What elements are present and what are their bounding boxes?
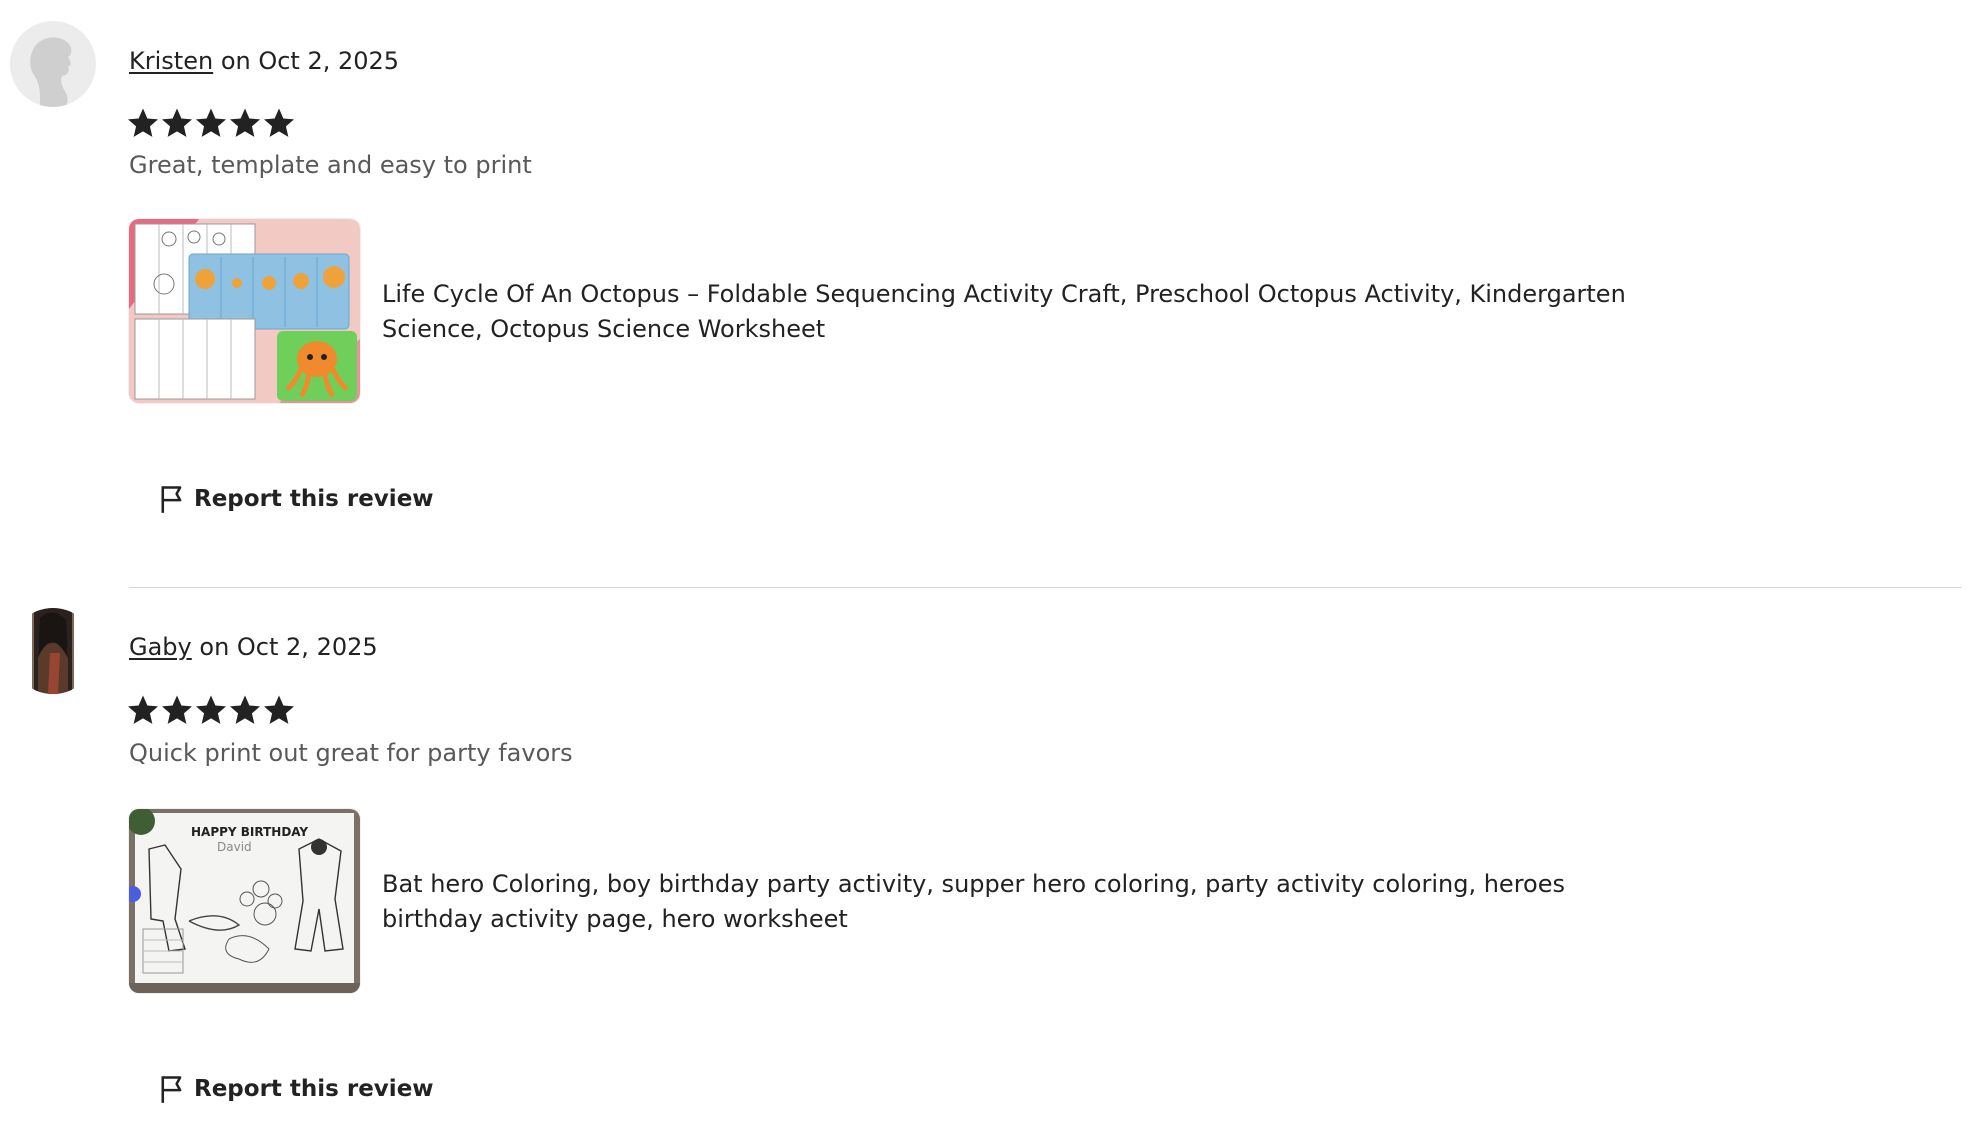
review-meta: Gaby on Oct 2, 2025 — [129, 632, 378, 662]
star-icon — [263, 695, 295, 724]
flag-icon — [161, 1076, 182, 1103]
user-photo-icon — [10, 608, 96, 694]
star-icon — [229, 108, 261, 137]
review-date: on Oct 2, 2025 — [220, 47, 400, 75]
review-meta: Kristen on Oct 2, 2025 — [129, 46, 399, 76]
flag-icon — [161, 486, 182, 513]
item-thumbnail[interactable]: HAPPY BIRTHDAY David — [129, 809, 360, 993]
star-icon — [195, 695, 227, 724]
reviewer-avatar[interactable] — [10, 21, 96, 107]
octopus-activity-thumbnail — [129, 219, 360, 403]
star-icon — [195, 108, 227, 137]
item-title-link[interactable]: Life Cycle Of An Octopus – Foldable Sequ… — [382, 277, 1642, 347]
star-icon — [161, 695, 193, 724]
star-icon — [161, 108, 193, 137]
star-icon — [127, 108, 159, 137]
default-user-silhouette-icon — [10, 21, 96, 107]
star-icon — [229, 695, 261, 724]
purchased-item-card[interactable]: HAPPY BIRTHDAY David Bat hero Coloring, … — [129, 809, 1565, 993]
hero-coloring-thumbnail: HAPPY BIRTHDAY David — [129, 809, 360, 993]
item-title-link[interactable]: Bat hero Coloring, boy birthday party ac… — [382, 867, 1642, 937]
report-review-label: Report this review — [194, 1076, 434, 1102]
report-review-button[interactable]: Report this review — [158, 484, 434, 514]
review-date: on Oct 2, 2025 — [199, 633, 378, 661]
item-thumbnail[interactable] — [129, 219, 360, 403]
review-text: Great, template and easy to print — [129, 151, 532, 179]
review-divider — [129, 587, 1962, 588]
star-icon — [127, 695, 159, 724]
star-rating — [126, 693, 296, 727]
svg-text:HAPPY BIRTHDAY: HAPPY BIRTHDAY — [191, 825, 308, 839]
purchased-item-card[interactable]: Life Cycle Of An Octopus – Foldable Sequ… — [129, 219, 1626, 403]
svg-text:David: David — [217, 840, 252, 854]
star-rating — [126, 106, 296, 140]
report-review-button[interactable]: Report this review — [158, 1074, 434, 1104]
report-review-label: Report this review — [194, 486, 434, 512]
reviewer-name-link[interactable]: Gaby — [129, 633, 192, 661]
review-text: Quick print out great for party favors — [129, 739, 573, 767]
reviewer-name-link[interactable]: Kristen — [129, 47, 213, 75]
star-icon — [263, 108, 295, 137]
reviewer-avatar[interactable] — [10, 608, 96, 694]
